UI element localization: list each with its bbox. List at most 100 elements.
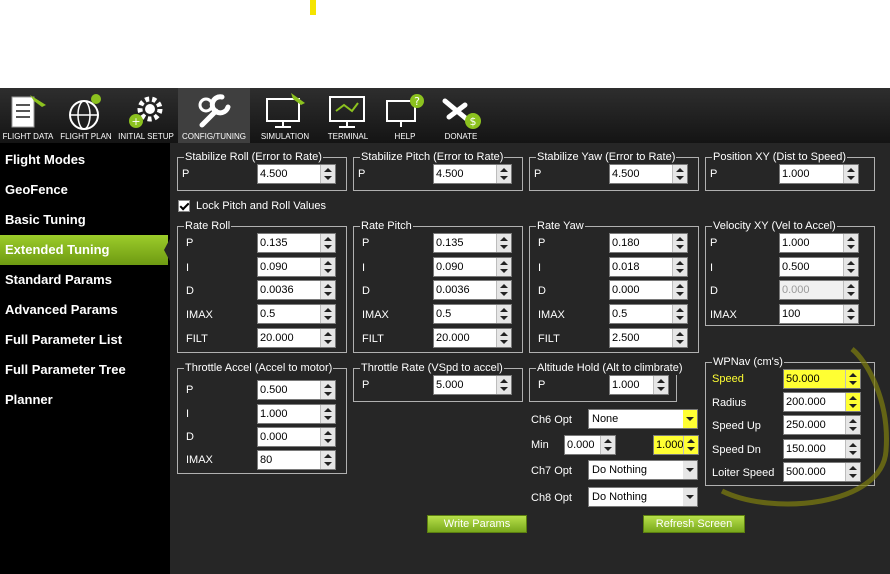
rate-yaw-filt-input[interactable]: 2.500 <box>609 328 688 348</box>
throttle-accel-d-input[interactable]: 0.000 <box>257 427 336 447</box>
spin-arrows-icon[interactable] <box>496 305 511 323</box>
spin-arrows-icon[interactable] <box>320 258 335 276</box>
donate-button[interactable]: $ DONATE <box>434 88 488 143</box>
spin-arrows-icon[interactable] <box>320 329 335 347</box>
rate-pitch-p-value: 0.135 <box>436 237 464 249</box>
help-button[interactable]: ? HELP <box>378 88 432 143</box>
rate-pitch-title: Rate Pitch <box>360 219 413 233</box>
spin-arrows-icon[interactable] <box>320 165 335 183</box>
altitude-hold-p-input[interactable]: 1.000 <box>609 375 669 395</box>
spin-arrows-icon[interactable] <box>320 381 335 399</box>
sidebar-item-geofence[interactable]: GeoFence <box>0 175 170 205</box>
velocity-xy-i-input[interactable]: 0.500 <box>779 257 859 277</box>
velocity-xy-p-input[interactable]: 1.000 <box>779 233 859 253</box>
throttle-rate-p-input[interactable]: 5.000 <box>433 375 512 395</box>
rate-roll-p-label: P <box>186 237 194 249</box>
spin-arrows-icon[interactable] <box>672 165 687 183</box>
spin-arrows-icon[interactable] <box>843 258 858 276</box>
config-tuning-button[interactable]: CONFIG/TUNING <box>178 88 250 143</box>
rate-roll-p-input[interactable]: 0.135 <box>257 233 336 253</box>
throttle-rate-p-value: 5.000 <box>436 379 464 391</box>
rate-yaw-filt-label: FILT <box>538 333 560 345</box>
globe-icon <box>69 94 101 130</box>
sidebar-item-full-parameter-list[interactable]: Full Parameter List <box>0 325 170 355</box>
spin-arrows-icon[interactable] <box>843 234 858 252</box>
ch6-opt-value: None <box>592 413 619 425</box>
throttle-accel-imax-input[interactable]: 80 <box>257 450 336 470</box>
rate-yaw-i-input[interactable]: 0.018 <box>609 257 688 277</box>
ch7-opt-select[interactable]: Do Nothing <box>588 460 698 480</box>
spin-arrows-icon[interactable] <box>672 305 687 323</box>
terminal-button[interactable]: TERMINAL <box>320 88 376 143</box>
spin-arrows-icon[interactable] <box>496 258 511 276</box>
simulation-button[interactable]: SIMULATION <box>252 88 318 143</box>
rate-yaw-d-input[interactable]: 0.000 <box>609 280 688 300</box>
rate-yaw-imax-input[interactable]: 0.5 <box>609 304 688 324</box>
spin-arrows-icon[interactable] <box>672 281 687 299</box>
spin-arrows-icon[interactable] <box>320 451 335 469</box>
spin-arrows-icon[interactable] <box>320 428 335 446</box>
spin-arrows-icon[interactable] <box>320 281 335 299</box>
rate-roll-i-input[interactable]: 0.090 <box>257 257 336 277</box>
throttle-accel-p-label: P <box>186 384 194 396</box>
throttle-accel-i-input[interactable]: 1.000 <box>257 404 336 424</box>
flight-data-button[interactable]: FLIGHT DATA <box>0 88 56 143</box>
rate-roll-imax-input[interactable]: 0.5 <box>257 304 336 324</box>
velocity-xy-imax-input[interactable]: 100 <box>779 304 859 324</box>
spin-arrows-icon[interactable] <box>496 281 511 299</box>
stabilize-yaw-p-input[interactable]: 4.500 <box>609 164 688 184</box>
rate-pitch-d-input[interactable]: 0.0036 <box>433 280 512 300</box>
rate-pitch-p-input[interactable]: 0.135 <box>433 233 512 253</box>
sidebar-item-basic-tuning[interactable]: Basic Tuning <box>0 205 170 235</box>
spin-arrows-icon[interactable] <box>672 329 687 347</box>
spin-arrows-icon[interactable] <box>672 258 687 276</box>
rate-pitch-d-label: D <box>362 285 370 297</box>
stabilize-roll-p-value: 4.500 <box>260 168 288 180</box>
rate-yaw-p-input[interactable]: 0.180 <box>609 233 688 253</box>
ch6-min-input[interactable]: 0.000 <box>564 435 616 455</box>
sidebar-item-advanced-params[interactable]: Advanced Params <box>0 295 170 325</box>
rate-roll-imax-value: 0.5 <box>260 308 276 320</box>
stabilize-pitch-p-input[interactable]: 4.500 <box>433 164 512 184</box>
rate-pitch-filt-input[interactable]: 20.000 <box>433 328 512 348</box>
spin-arrows-icon[interactable] <box>496 376 511 394</box>
spin-arrows-icon[interactable] <box>320 305 335 323</box>
monitor-icon <box>266 93 305 128</box>
flight-plan-button[interactable]: FLIGHT PLAN <box>58 88 114 143</box>
rate-yaw-group: Rate Yaw P I D IMAX FILT 0.180 0.018 0.0… <box>529 219 699 353</box>
rate-roll-d-input[interactable]: 0.0036 <box>257 280 336 300</box>
spin-arrows-icon[interactable] <box>843 165 858 183</box>
spin-arrows-icon[interactable] <box>600 436 615 454</box>
spin-arrows-icon[interactable] <box>843 305 858 323</box>
initial-setup-button[interactable]: + INITIAL SETUP <box>116 88 176 143</box>
position-xy-p-input[interactable]: 1.000 <box>779 164 859 184</box>
stabilize-roll-p-input[interactable]: 4.500 <box>257 164 336 184</box>
spin-arrows-icon[interactable] <box>320 405 335 423</box>
wrench-icon <box>198 94 231 128</box>
spin-arrows-icon[interactable] <box>320 234 335 252</box>
gear-icon: + <box>129 96 163 128</box>
sidebar-item-full-parameter-tree[interactable]: Full Parameter Tree <box>0 355 170 385</box>
rate-pitch-i-input[interactable]: 0.090 <box>433 257 512 277</box>
top-blank-area <box>0 0 890 88</box>
throttle-accel-p-input[interactable]: 0.500 <box>257 380 336 400</box>
spin-arrows-icon[interactable] <box>496 234 511 252</box>
sidebar-item-flight-modes[interactable]: Flight Modes <box>0 145 170 175</box>
rate-roll-filt-value: 20.000 <box>260 332 294 344</box>
refresh-screen-button[interactable]: Refresh Screen <box>643 515 745 533</box>
rate-pitch-i-value: 0.090 <box>436 261 464 273</box>
sidebar-item-planner[interactable]: Planner <box>0 385 170 415</box>
sidebar-item-standard-params[interactable]: Standard Params <box>0 265 170 295</box>
spin-arrows-icon[interactable] <box>496 165 511 183</box>
rate-roll-filt-input[interactable]: 20.000 <box>257 328 336 348</box>
spin-arrows-icon[interactable] <box>653 376 668 394</box>
velocity-xy-d-label: D <box>710 285 718 297</box>
write-params-button[interactable]: Write Params <box>427 515 527 533</box>
spin-arrows-icon[interactable] <box>672 234 687 252</box>
lock-pitch-roll-checkbox[interactable] <box>178 200 190 212</box>
ch6-opt-select[interactable]: None <box>588 409 698 429</box>
ch8-opt-select[interactable]: Do Nothing <box>588 487 698 507</box>
sidebar-item-extended-tuning[interactable]: Extended Tuning <box>0 235 172 265</box>
rate-pitch-imax-input[interactable]: 0.5 <box>433 304 512 324</box>
spin-arrows-icon[interactable] <box>496 329 511 347</box>
